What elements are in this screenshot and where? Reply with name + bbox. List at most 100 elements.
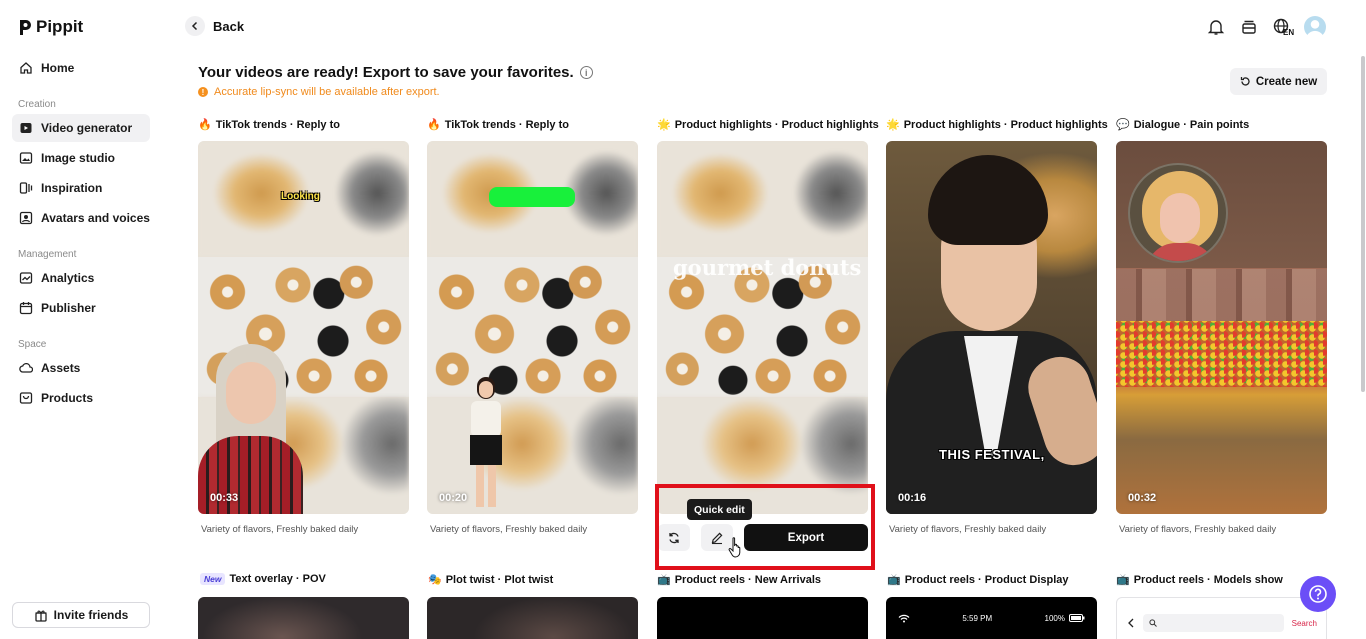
- headline-text: Your videos are ready! Export to save yo…: [198, 64, 574, 81]
- invite-friends-button[interactable]: Invite friends: [12, 602, 150, 628]
- sidebar-item-image-studio[interactable]: Image studio: [12, 144, 150, 172]
- caption-highlight: [489, 187, 575, 207]
- card-title-text: Product reels · Models show: [1133, 573, 1283, 586]
- card-title: 🔥 TikTok trends · Reply to: [198, 118, 340, 131]
- sidebar-item-label: Video generator: [41, 121, 133, 135]
- card-title-text: Product reels · New Arrivals: [674, 573, 822, 586]
- stack-icon[interactable]: [1239, 17, 1259, 37]
- pippit-logo-icon: [18, 19, 32, 36]
- card-title: 📺 Product reels · New Arrivals: [657, 573, 821, 586]
- card-title: New Text overlay · POV: [200, 573, 326, 585]
- phone-status-bar: 5:59 PM 100%: [886, 597, 1097, 639]
- card-description: Variety of flavors, Freshly baked daily: [889, 524, 1047, 535]
- thumbnail-image: [1116, 321, 1327, 387]
- video-thumbnail-4[interactable]: THIS FESTIVAL, 00:16: [886, 141, 1097, 514]
- sidebar-item-video-generator[interactable]: Video generator: [12, 114, 150, 142]
- sidebar-item-analytics[interactable]: Analytics: [12, 264, 150, 292]
- language-code: EN: [1283, 28, 1295, 37]
- video-thumbnail-5[interactable]: 00:32: [1116, 141, 1327, 514]
- analytics-icon: [19, 271, 33, 285]
- user-avatar[interactable]: [1304, 16, 1326, 38]
- calendar-icon: [19, 301, 33, 315]
- mini-search-field: [1143, 614, 1284, 632]
- video-duration: 00:32: [1128, 492, 1157, 504]
- invite-friends-label: Invite friends: [53, 608, 129, 622]
- video-duration: 00:16: [898, 492, 927, 504]
- create-new-label: Create new: [1255, 75, 1318, 88]
- warning-text: Accurate lip-sync will be available afte…: [214, 86, 440, 98]
- sidebar-item-label: Home: [41, 61, 75, 75]
- thumbnail-image: [657, 141, 868, 257]
- avatar-presenter: [198, 344, 303, 514]
- avatar-presenter: [465, 377, 507, 514]
- card-description: Variety of flavors, Freshly baked daily: [1119, 524, 1277, 535]
- card-title: 📺 Product reels · Product Display: [887, 573, 1069, 586]
- avatar-bubble: [1128, 163, 1228, 263]
- card-description: Variety of flavors, Freshly baked daily: [201, 524, 359, 535]
- thumbnail-image: [1116, 269, 1327, 329]
- caption-overlay: Looking: [281, 191, 320, 202]
- page-scrollbar[interactable]: [1361, 56, 1365, 392]
- video-generator-icon: [19, 121, 33, 135]
- sidebar-item-label: Inspiration: [41, 181, 103, 195]
- brand-logo[interactable]: Pippit: [18, 17, 83, 37]
- image-icon: [19, 151, 33, 165]
- sidebar-item-assets[interactable]: Assets: [12, 354, 150, 382]
- inspiration-icon: [19, 181, 33, 195]
- card-title-text: Text overlay · POV: [229, 573, 326, 585]
- fire-icon: 🔥: [427, 118, 441, 131]
- sidebar-item-label: Assets: [41, 361, 81, 375]
- sidebar-item-avatars-voices[interactable]: Avatars and voices: [12, 204, 150, 232]
- chat-bubble-icon: 💬: [1116, 118, 1130, 131]
- video-duration: 00:20: [439, 492, 468, 504]
- card-title-text: TikTok trends · Reply to: [444, 118, 569, 131]
- sidebar-item-publisher[interactable]: Publisher: [12, 294, 150, 322]
- tv-icon: 📺: [1116, 573, 1130, 586]
- refresh-icon: [1240, 77, 1250, 86]
- video-thumbnail-1[interactable]: Looking 00:33: [198, 141, 409, 514]
- video-thumbnail-9[interactable]: 5:59 PM 100%: [886, 597, 1097, 639]
- card-title: 🔥 TikTok trends · Reply to: [427, 118, 569, 131]
- tv-icon: 📺: [887, 573, 901, 586]
- help-button[interactable]: [1300, 576, 1336, 612]
- card-title: 💬 Dialogue · Pain points: [1116, 118, 1249, 131]
- gift-icon: [34, 608, 48, 622]
- video-thumbnail-7[interactable]: [427, 597, 638, 639]
- chevron-left-icon: [1128, 618, 1134, 628]
- back-button[interactable]: [185, 16, 205, 36]
- chevron-left-icon: [191, 21, 198, 31]
- video-thumbnail-10[interactable]: Search: [1116, 597, 1327, 639]
- sidebar-item-label: Analytics: [41, 271, 95, 285]
- theater-mask-icon: 🎭: [428, 573, 442, 586]
- lip-sync-warning: ! Accurate lip-sync will be available af…: [198, 86, 440, 98]
- fire-icon: 🔥: [198, 118, 212, 131]
- cloud-icon: [19, 361, 33, 375]
- video-thumbnail-8[interactable]: [657, 597, 868, 639]
- video-thumbnail-3[interactable]: gourmet donuts: [657, 141, 868, 514]
- video-duration: 00:33: [210, 492, 239, 504]
- bell-icon[interactable]: [1206, 17, 1226, 37]
- card-title-text: Product highlights · Product highlights: [903, 118, 1108, 131]
- card-title-text: Product reels · Product Display: [904, 573, 1069, 586]
- sidebar: Pippit Home Creation Video generator Ima…: [0, 0, 170, 639]
- question-mark-icon: [1309, 585, 1327, 603]
- new-badge: New: [200, 573, 226, 585]
- info-icon[interactable]: i: [579, 66, 593, 79]
- sidebar-item-inspiration[interactable]: Inspiration: [12, 174, 150, 202]
- video-thumbnail-6[interactable]: [198, 597, 409, 639]
- back-label[interactable]: Back: [213, 19, 244, 34]
- battery-percent: 100%: [1044, 613, 1065, 623]
- sidebar-item-products[interactable]: Products: [12, 384, 150, 412]
- create-new-button[interactable]: Create new: [1230, 68, 1327, 95]
- battery-status: 100%: [1045, 614, 1085, 623]
- sparkle-icon: 🌟: [886, 118, 900, 131]
- avatar-icon: [19, 211, 33, 225]
- card-title-text: Product highlights · Product highlights: [674, 118, 879, 131]
- wifi-icon: [898, 614, 910, 622]
- status-time: 5:59 PM: [962, 613, 993, 623]
- video-thumbnail-2[interactable]: 00:20: [427, 141, 638, 514]
- sidebar-item-home[interactable]: Home: [12, 54, 150, 82]
- card-title-text: TikTok trends · Reply to: [215, 118, 340, 131]
- mini-search-label: Search: [1291, 618, 1317, 628]
- page-headline: Your videos are ready! Export to save yo…: [198, 64, 593, 81]
